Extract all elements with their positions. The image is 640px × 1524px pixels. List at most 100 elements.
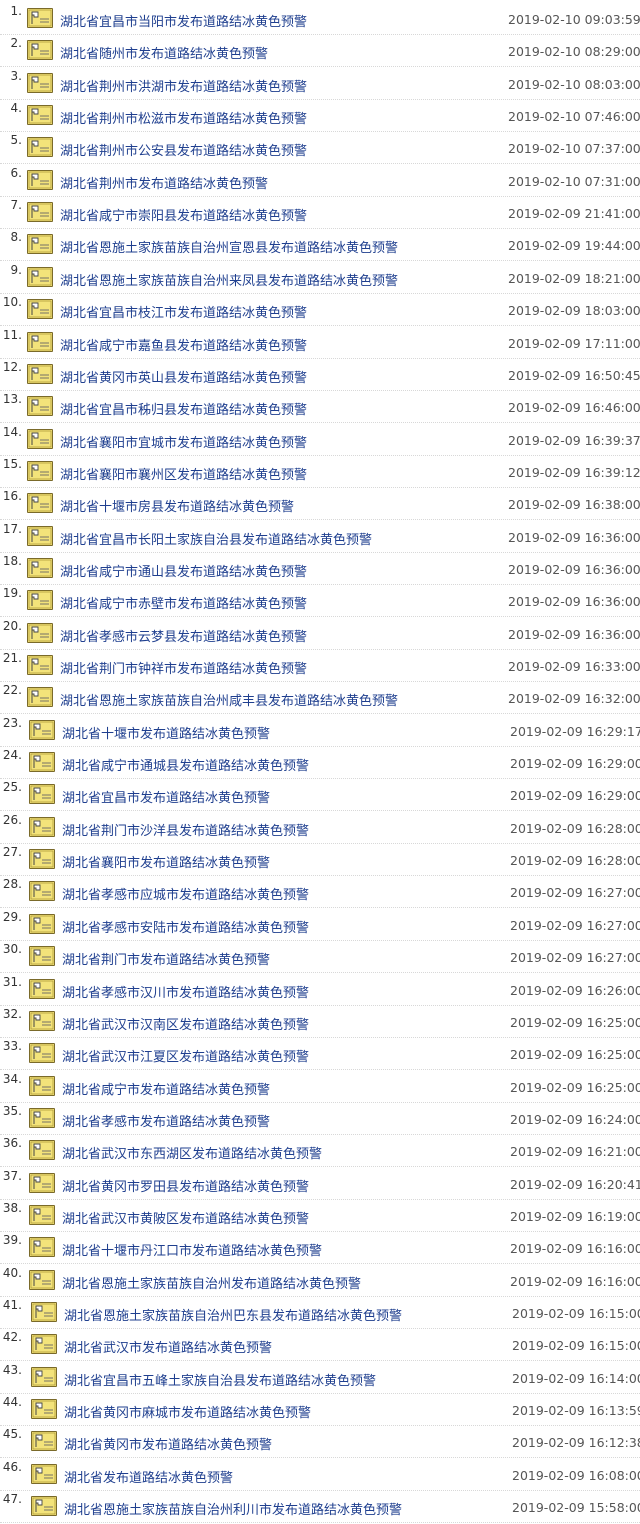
item-number: 22.	[2, 683, 22, 698]
item-title-link[interactable]: 湖北省荆门市沙洋县发布道路结冰黄色预警	[62, 820, 309, 839]
item-date: 2019-02-09 16:25:00	[510, 1014, 640, 1030]
item-title-link[interactable]: 湖北省发布道路结冰黄色预警	[64, 1467, 233, 1486]
list-item: 9. 湖北省恩施土家族苗族自治州来凤县发布道路结冰黄色预警 2019-02-09 1…	[0, 262, 640, 294]
item-number: 34.	[2, 1071, 22, 1086]
item-date: 2019-02-09 16:25:00	[510, 1079, 640, 1095]
list-item: 7. 湖北省咸宁市崇阳县发布道路结冰黄色预警 2019-02-09 21:41:00	[0, 197, 640, 230]
item-title-link[interactable]: 湖北省荆门市钟祥市发布道路结冰黄色预警	[60, 658, 307, 677]
item-date: 2019-02-09 16:16:00	[510, 1273, 640, 1289]
item-title-link[interactable]: 湖北省咸宁市嘉鱼县发布道路结冰黄色预警	[60, 335, 307, 354]
list-item: 11. 湖北省咸宁市嘉鱼县发布道路结冰黄色预警 2019-02-09 17:11:0…	[0, 327, 640, 359]
item-number: 19.	[2, 586, 22, 601]
warning-signal-icon	[31, 1366, 57, 1387]
item-title-link[interactable]: 湖北省十堰市发布道路结冰黄色预警	[62, 723, 270, 742]
item-date: 2019-02-09 16:36:00	[508, 594, 640, 610]
warning-signal-icon	[29, 1204, 55, 1225]
item-title-link[interactable]: 湖北省宜昌市发布道路结冰黄色预警	[62, 787, 270, 806]
item-title-link[interactable]: 湖北省恩施土家族苗族自治州咸丰县发布道路结冰黄色预警	[60, 690, 398, 709]
list-item: 2. 湖北省随州市发布道路结冰黄色预警 2019-02-10 08:29:00	[0, 35, 640, 68]
item-title-link[interactable]: 湖北省宜昌市枝江市发布道路结冰黄色预警	[60, 302, 307, 321]
item-title-link[interactable]: 湖北省宜昌市秭归县发布道路结冰黄色预警	[60, 399, 307, 418]
item-title-link[interactable]: 湖北省荆州市洪湖市发布道路结冰黄色预警	[60, 76, 307, 95]
list-item: 37. 湖北省黄冈市罗田县发布道路结冰黄色预警 2019-02-09 16:20:4…	[0, 1168, 640, 1200]
item-title-link[interactable]: 湖北省武汉市汉南区发布道路结冰黄色预警	[62, 1014, 309, 1033]
list-item: 19. 湖北省咸宁市赤壁市发布道路结冰黄色预警 2019-02-09 16:36:0…	[0, 585, 640, 618]
item-date: 2019-02-09 19:44:00	[508, 238, 640, 254]
item-title-link[interactable]: 湖北省黄冈市麻城市发布道路结冰黄色预警	[64, 1402, 311, 1421]
item-title-link[interactable]: 湖北省十堰市丹江口市发布道路结冰黄色预警	[62, 1240, 322, 1259]
item-date: 2019-02-09 16:50:45	[508, 367, 640, 383]
item-number: 16.	[2, 489, 22, 504]
warning-signal-icon	[29, 816, 55, 837]
list-item: 27. 湖北省襄阳市发布道路结冰黄色预警 2019-02-09 16:28:00	[0, 844, 640, 877]
warning-signal-icon	[27, 363, 53, 384]
item-title-link[interactable]: 湖北省荆州市发布道路结冰黄色预警	[60, 173, 268, 192]
item-title-link[interactable]: 湖北省咸宁市通山县发布道路结冰黄色预警	[60, 561, 307, 580]
list-item: 46. 湖北省发布道路结冰黄色预警 2019-02-09 16:08:00	[0, 1459, 640, 1491]
item-title-link[interactable]: 湖北省襄阳市襄州区发布道路结冰黄色预警	[60, 464, 307, 483]
item-date: 2019-02-09 16:19:00	[510, 1208, 640, 1224]
item-date: 2019-02-09 16:27:00	[510, 950, 640, 966]
item-title-link[interactable]: 湖北省孝感市发布道路结冰黄色预警	[62, 1111, 270, 1130]
item-title-link[interactable]: 湖北省荆门市发布道路结冰黄色预警	[62, 949, 270, 968]
list-item: 36. 湖北省武汉市东西湖区发布道路结冰黄色预警 2019-02-09 16:21:…	[0, 1135, 640, 1168]
item-title-link[interactable]: 湖北省黄冈市英山县发布道路结冰黄色预警	[60, 367, 307, 386]
item-title-link[interactable]: 湖北省宜昌市五峰土家族自治县发布道路结冰黄色预警	[64, 1370, 376, 1389]
item-title-link[interactable]: 湖北省武汉市黄陂区发布道路结冰黄色预警	[62, 1208, 309, 1227]
item-title-link[interactable]: 湖北省咸宁市通城县发布道路结冰黄色预警	[62, 755, 309, 774]
item-number: 13.	[2, 392, 22, 407]
list-item: 40. 湖北省恩施土家族苗族自治州发布道路结冰黄色预警 2019-02-09 16:…	[0, 1265, 640, 1297]
item-number: 1.	[10, 4, 22, 18]
item-title-link[interactable]: 湖北省随州市发布道路结冰黄色预警	[60, 43, 268, 62]
item-title-link[interactable]: 湖北省襄阳市宜城市发布道路结冰黄色预警	[60, 432, 307, 451]
item-title-link[interactable]: 湖北省孝感市安陆市发布道路结冰黄色预警	[62, 917, 309, 936]
item-number: 24.	[2, 748, 22, 763]
item-title-link[interactable]: 湖北省武汉市东西湖区发布道路结冰黄色预警	[62, 1143, 322, 1162]
item-title-link[interactable]: 湖北省武汉市发布道路结冰黄色预警	[64, 1337, 272, 1356]
item-date: 2019-02-09 16:13:59	[512, 1403, 640, 1419]
item-title-link[interactable]: 湖北省十堰市房县发布道路结冰黄色预警	[60, 496, 294, 515]
item-date: 2019-02-09 16:15:00	[512, 1306, 640, 1321]
item-date: 2019-02-09 16:14:00	[512, 1370, 640, 1386]
item-date: 2019-02-09 16:28:00	[510, 853, 640, 869]
item-title-link[interactable]: 湖北省荆州市公安县发布道路结冰黄色预警	[60, 140, 307, 159]
warning-signal-icon	[29, 849, 55, 870]
item-date: 2019-02-09 16:20:41	[510, 1176, 640, 1192]
item-title-link[interactable]: 湖北省咸宁市崇阳县发布道路结冰黄色预警	[60, 205, 307, 224]
item-title-link[interactable]: 湖北省黄冈市罗田县发布道路结冰黄色预警	[62, 1176, 309, 1195]
item-title-link[interactable]: 湖北省武汉市江夏区发布道路结冰黄色预警	[62, 1046, 309, 1065]
item-title-link[interactable]: 湖北省孝感市应城市发布道路结冰黄色预警	[62, 884, 309, 903]
list-item: 22. 湖北省恩施土家族苗族自治州咸丰县发布道路结冰黄色预警 2019-02-09 …	[0, 682, 640, 715]
item-title-link[interactable]: 湖北省宜昌市长阳土家族自治县发布道路结冰黄色预警	[60, 529, 372, 548]
item-title-link[interactable]: 湖北省黄冈市发布道路结冰黄色预警	[64, 1434, 272, 1453]
item-date: 2019-02-09 16:15:00	[512, 1338, 640, 1354]
item-title-link[interactable]: 湖北省宜昌市当阳市发布道路结冰黄色预警	[60, 11, 307, 30]
item-title-link[interactable]: 湖北省恩施土家族苗族自治州发布道路结冰黄色预警	[62, 1273, 361, 1292]
list-item: 33. 湖北省武汉市江夏区发布道路结冰黄色预警 2019-02-09 16:25:0…	[0, 1038, 640, 1071]
item-number: 35.	[2, 1103, 22, 1118]
item-title-link[interactable]: 湖北省恩施土家族苗族自治州来凤县发布道路结冰黄色预警	[60, 270, 398, 289]
warning-signal-icon	[27, 493, 53, 514]
item-title-link[interactable]: 湖北省孝感市汉川市发布道路结冰黄色预警	[62, 982, 309, 1001]
item-title-link[interactable]: 湖北省荆州市松滋市发布道路结冰黄色预警	[60, 108, 307, 127]
item-number: 39.	[2, 1233, 22, 1248]
item-date: 2019-02-09 16:36:00	[508, 561, 640, 577]
list-item: 35. 湖北省孝感市发布道路结冰黄色预警 2019-02-09 16:24:00	[0, 1103, 640, 1135]
item-date: 2019-02-10 07:37:00	[508, 141, 640, 157]
item-date: 2019-02-09 15:58:00	[512, 1500, 640, 1516]
item-date: 2019-02-09 16:29:17	[510, 723, 640, 739]
item-number: 11.	[2, 327, 22, 342]
item-date: 2019-02-10 07:46:00	[508, 109, 640, 125]
item-date: 2019-02-09 18:03:00	[508, 303, 640, 319]
item-title-link[interactable]: 湖北省襄阳市发布道路结冰黄色预警	[62, 852, 270, 871]
item-title-link[interactable]: 湖北省咸宁市发布道路结冰黄色预警	[62, 1079, 270, 1098]
warning-signal-icon	[31, 1302, 57, 1322]
item-title-link[interactable]: 湖北省恩施土家族苗族自治州宣恩县发布道路结冰黄色预警	[60, 237, 398, 256]
item-title-link[interactable]: 湖北省咸宁市赤壁市发布道路结冰黄色预警	[60, 593, 307, 612]
item-title-link[interactable]: 湖北省恩施土家族苗族自治州巴东县发布道路结冰黄色预警	[64, 1305, 402, 1324]
item-number: 46.	[2, 1459, 22, 1474]
item-title-link[interactable]: 湖北省孝感市云梦县发布道路结冰黄色预警	[60, 626, 307, 645]
list-item: 34. 湖北省咸宁市发布道路结冰黄色预警 2019-02-09 16:25:00	[0, 1071, 640, 1103]
list-item: 31. 湖北省孝感市汉川市发布道路结冰黄色预警 2019-02-09 16:26:0…	[0, 974, 640, 1006]
item-title-link[interactable]: 湖北省恩施土家族苗族自治州利川市发布道路结冰黄色预警	[64, 1499, 402, 1518]
